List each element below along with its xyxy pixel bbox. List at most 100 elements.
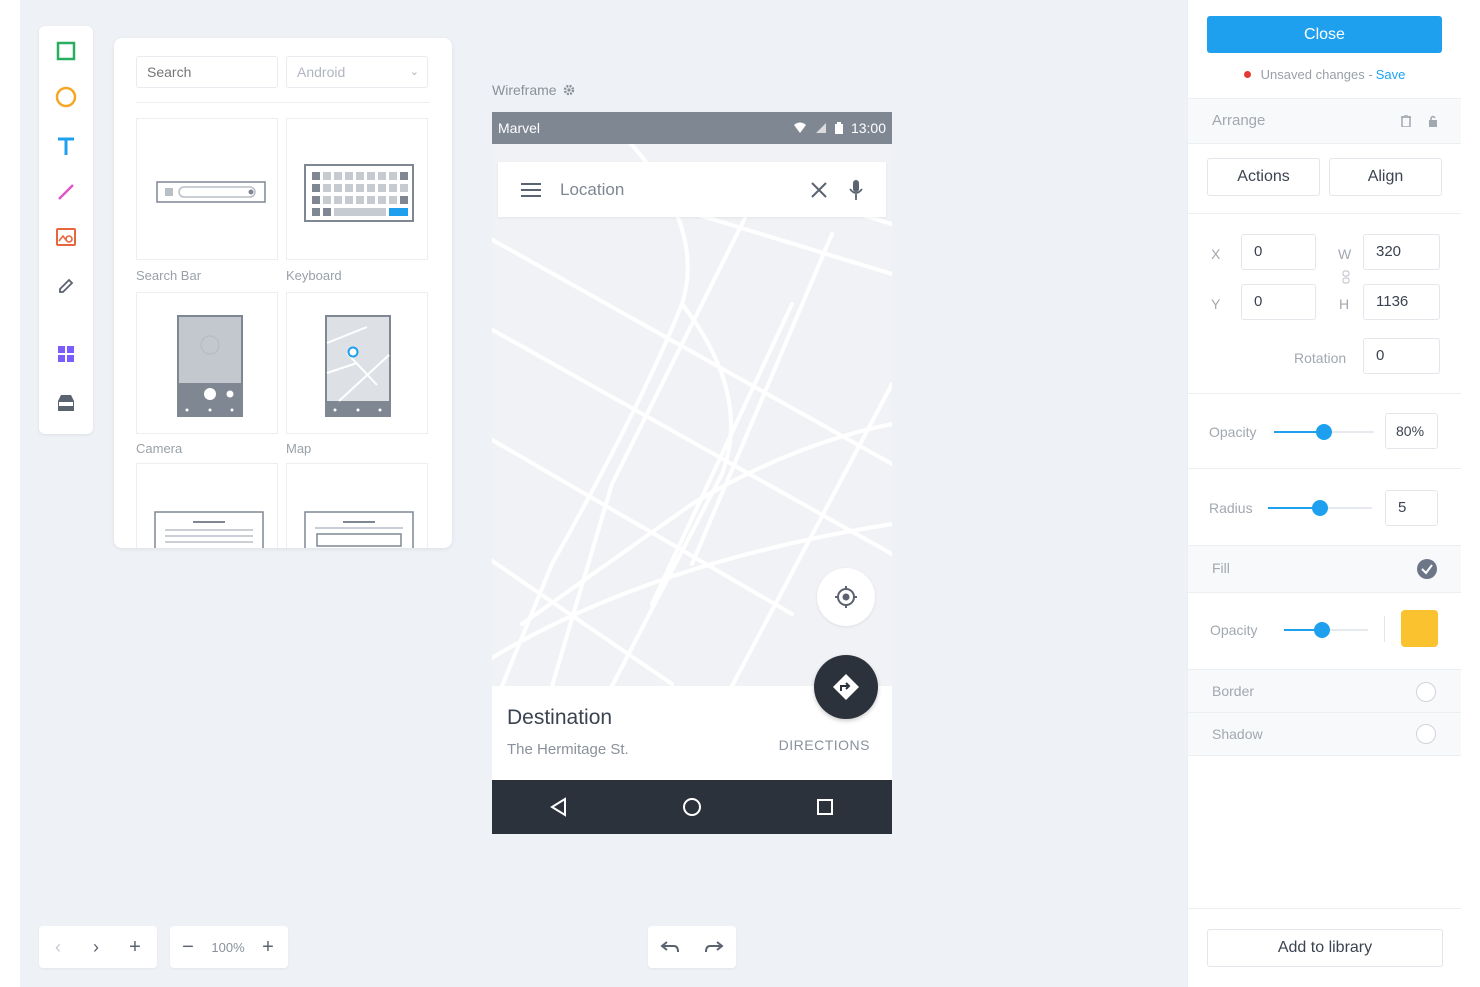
back-icon[interactable] bbox=[549, 797, 569, 817]
close-icon[interactable] bbox=[810, 181, 828, 199]
align-button[interactable]: Align bbox=[1329, 158, 1442, 196]
library-item-card[interactable] bbox=[136, 463, 278, 548]
gear-icon[interactable] bbox=[562, 83, 576, 97]
zoom-controls: − 100% + bbox=[170, 926, 288, 968]
microphone-icon[interactable] bbox=[848, 179, 864, 201]
lock-icon[interactable] bbox=[1428, 115, 1438, 127]
tool-palette bbox=[39, 26, 93, 434]
library-item-label: Camera bbox=[136, 441, 183, 456]
slider-knob[interactable] bbox=[1313, 622, 1330, 638]
opacity-input[interactable]: 80% bbox=[1385, 413, 1438, 449]
rotation-label: Rotation bbox=[1294, 350, 1347, 366]
divider bbox=[1384, 616, 1385, 642]
redo-icon[interactable] bbox=[704, 940, 724, 954]
undo-icon[interactable] bbox=[660, 940, 680, 954]
wifi-icon bbox=[793, 122, 806, 133]
save-link[interactable]: Save bbox=[1376, 67, 1406, 82]
signal-icon bbox=[815, 123, 826, 133]
library-item-label: Map bbox=[286, 441, 312, 456]
radius-input[interactable]: 5 bbox=[1385, 490, 1438, 526]
unsaved-status: Unsaved changes - Save bbox=[1188, 67, 1461, 82]
w-label: W bbox=[1338, 246, 1352, 262]
link-proportions-icon[interactable] bbox=[1342, 270, 1350, 284]
opacity-slider[interactable] bbox=[1274, 424, 1374, 440]
library-item-camera[interactable] bbox=[136, 292, 278, 434]
unsaved-dot-icon bbox=[1243, 71, 1251, 78]
frame-label[interactable]: Wireframe bbox=[492, 82, 576, 98]
directions-link[interactable]: DIRECTIONS bbox=[779, 737, 870, 753]
library-item-dialog[interactable] bbox=[286, 463, 428, 548]
slider-knob[interactable] bbox=[1312, 500, 1328, 516]
wireframe-frame[interactable]: Marvel 13:00 Location Destination The He… bbox=[492, 112, 892, 834]
divider bbox=[1188, 393, 1461, 394]
line-tool-icon[interactable] bbox=[51, 177, 81, 207]
divider bbox=[1188, 908, 1461, 909]
radius-label: Radius bbox=[1209, 500, 1253, 516]
y-input[interactable]: 0 bbox=[1241, 284, 1316, 320]
crosshair-icon bbox=[835, 586, 857, 608]
chevron-right-icon[interactable]: › bbox=[77, 937, 115, 958]
shadow-toggle[interactable] bbox=[1416, 724, 1436, 744]
library-search-input[interactable] bbox=[136, 56, 278, 88]
directions-icon bbox=[833, 674, 859, 700]
ellipse-tool-icon[interactable] bbox=[51, 82, 81, 112]
add-page-icon[interactable]: + bbox=[115, 936, 155, 959]
component-library: Android ⌄ Search Bar Keyboard bbox=[114, 38, 452, 548]
trash-icon[interactable] bbox=[1401, 115, 1411, 127]
menu-icon[interactable] bbox=[520, 182, 542, 198]
components-tool-icon[interactable] bbox=[51, 339, 81, 369]
height-input[interactable]: 1136 bbox=[1363, 284, 1440, 320]
fill-opacity-slider[interactable] bbox=[1284, 622, 1368, 638]
rectangle-tool-icon[interactable] bbox=[51, 36, 81, 66]
zoom-out-icon[interactable]: − bbox=[170, 936, 206, 959]
camera-thumbnail-icon bbox=[177, 315, 243, 417]
location-search-bar[interactable]: Location bbox=[498, 162, 886, 217]
border-row[interactable]: Border bbox=[1188, 670, 1461, 712]
recents-icon[interactable] bbox=[815, 797, 835, 817]
home-icon[interactable] bbox=[682, 797, 702, 817]
divider bbox=[1188, 213, 1461, 214]
image-tool-icon[interactable] bbox=[51, 222, 81, 252]
actions-button[interactable]: Actions bbox=[1207, 158, 1320, 196]
text-tool-icon[interactable] bbox=[51, 131, 81, 161]
h-label: H bbox=[1339, 296, 1350, 312]
opacity-label: Opacity bbox=[1209, 424, 1257, 440]
my-location-button[interactable] bbox=[817, 568, 875, 626]
library-item-label: Search Bar bbox=[136, 268, 202, 283]
radius-slider[interactable] bbox=[1268, 500, 1372, 516]
carrier-name: Marvel bbox=[498, 120, 541, 136]
width-input[interactable]: 320 bbox=[1363, 234, 1440, 270]
zoom-level[interactable]: 100% bbox=[206, 940, 250, 955]
fill-color-swatch[interactable] bbox=[1401, 610, 1438, 647]
slider-knob[interactable] bbox=[1316, 424, 1332, 440]
border-toggle[interactable] bbox=[1416, 682, 1436, 702]
device-tool-icon[interactable] bbox=[51, 388, 81, 418]
search-bar-thumbnail-icon bbox=[156, 181, 266, 203]
add-to-library-button[interactable]: Add to library bbox=[1207, 929, 1443, 967]
divider bbox=[1188, 143, 1461, 144]
android-nav-bar bbox=[492, 780, 892, 834]
location-placeholder[interactable]: Location bbox=[560, 180, 624, 200]
properties-panel: Close Unsaved changes - Save Arrange Act… bbox=[1187, 0, 1461, 987]
library-item-keyboard[interactable] bbox=[286, 118, 428, 260]
close-button[interactable]: Close bbox=[1207, 16, 1442, 53]
history-controls bbox=[648, 926, 736, 968]
chevron-left-icon[interactable]: ‹ bbox=[39, 937, 77, 958]
shadow-row[interactable]: Shadow bbox=[1188, 713, 1461, 755]
y-label: Y bbox=[1211, 296, 1221, 312]
divider bbox=[1188, 755, 1461, 756]
destination-address: The Hermitage St. bbox=[507, 741, 629, 758]
library-item-search-bar[interactable] bbox=[136, 118, 278, 260]
status-time: 13:00 bbox=[850, 120, 886, 136]
battery-icon bbox=[834, 122, 843, 134]
zoom-in-icon[interactable]: + bbox=[250, 936, 286, 959]
rotation-input[interactable]: 0 bbox=[1363, 338, 1440, 374]
platform-select[interactable]: Android ⌄ bbox=[286, 56, 428, 88]
dialog-thumbnail-icon bbox=[304, 511, 414, 548]
map-thumbnail-icon bbox=[325, 315, 391, 417]
directions-button[interactable] bbox=[814, 655, 878, 719]
pencil-tool-icon[interactable] bbox=[51, 271, 81, 301]
fill-checkbox-icon[interactable] bbox=[1416, 558, 1438, 580]
x-input[interactable]: 0 bbox=[1241, 234, 1316, 270]
library-item-map[interactable] bbox=[286, 292, 428, 434]
